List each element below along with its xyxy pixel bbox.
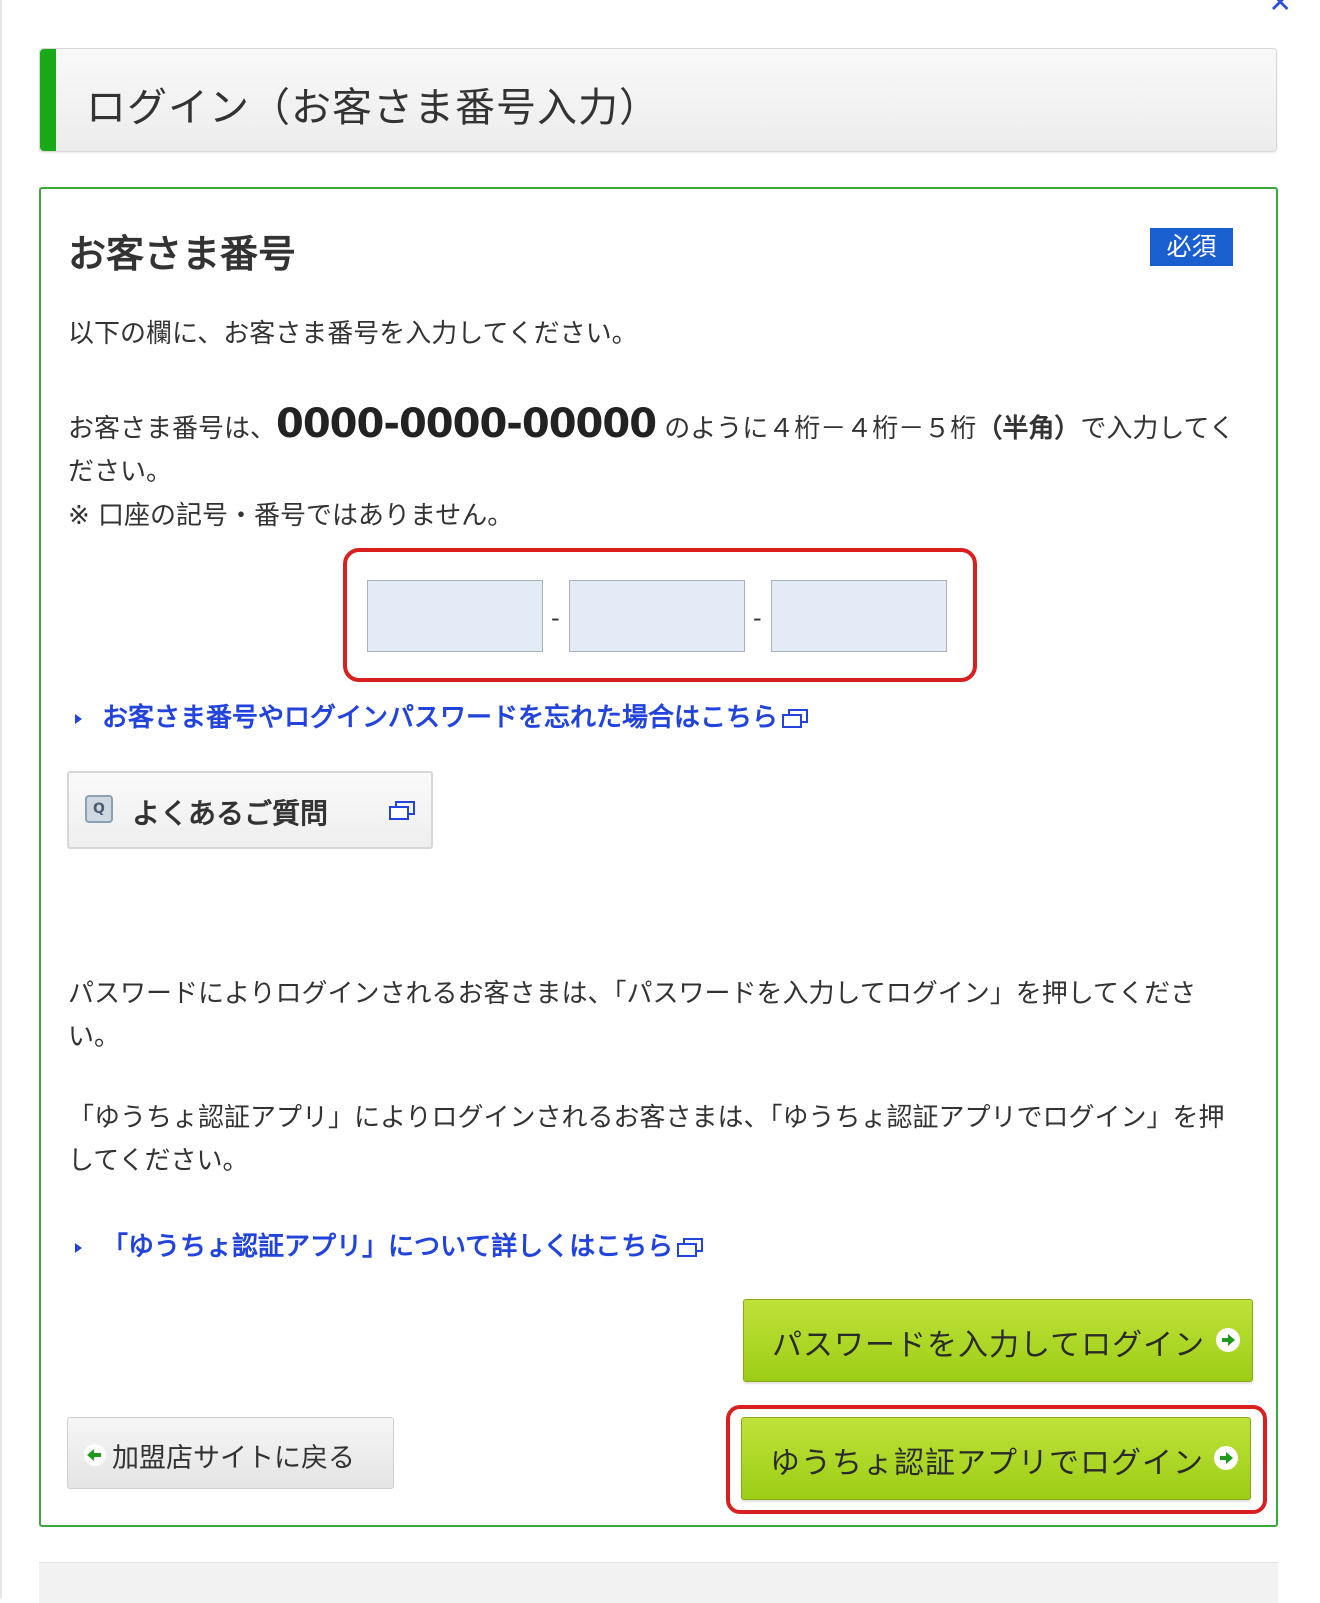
section-title: お客さま番号 bbox=[68, 232, 297, 276]
format-example-number: 0000-0000-00000 bbox=[276, 401, 657, 447]
forgot-credentials-link-label: お客さま番号やログインパスワードを忘れた場合はこちら bbox=[102, 703, 779, 733]
faq-button-label: よくあるご質問 bbox=[132, 797, 329, 830]
customer-number-input-group: - - bbox=[343, 548, 977, 682]
back-to-merchant-button[interactable]: 加盟店サイトに戻る bbox=[67, 1417, 394, 1489]
link-bullet-icon bbox=[75, 713, 82, 724]
password-login-button-label: パスワードを入力してログイン bbox=[772, 1328, 1206, 1363]
page-left-border bbox=[0, 0, 2, 1598]
required-badge: 必須 bbox=[1150, 228, 1233, 266]
close-icon[interactable]: ✕ bbox=[1269, 0, 1292, 19]
arrow-right-circle-icon bbox=[1216, 1328, 1240, 1352]
format-halfwidth: （半角） bbox=[976, 414, 1081, 444]
password-login-button[interactable]: パスワードを入力してログイン bbox=[743, 1299, 1253, 1382]
new-window-icon bbox=[782, 708, 809, 729]
question-icon: Q bbox=[85, 795, 113, 823]
account-note: ※ 口座の記号・番号ではありません。 bbox=[68, 501, 514, 531]
page-header: ログイン（お客さま番号入力） bbox=[39, 48, 1277, 152]
app-info-link[interactable]: 「ゆうちょ認証アプリ」について詳しくはこちら bbox=[75, 1226, 704, 1263]
app-login-button-label: ゆうちょ認証アプリでログイン bbox=[770, 1446, 1204, 1481]
back-to-merchant-button-label: 加盟店サイトに戻る bbox=[112, 1443, 355, 1474]
format-middle: のように４桁－４桁－５桁 bbox=[656, 414, 977, 444]
customer-number-input-3[interactable] bbox=[771, 580, 947, 652]
next-section-edge bbox=[39, 1562, 1278, 1603]
new-window-icon bbox=[389, 801, 415, 821]
arrow-left-circle-icon bbox=[84, 1444, 106, 1466]
customer-number-input-1[interactable] bbox=[367, 580, 543, 652]
instruction-text: 以下の欄に、お客さま番号を入力してください。 bbox=[68, 319, 638, 349]
header-accent-bar bbox=[40, 49, 56, 151]
customer-number-input-2[interactable] bbox=[569, 580, 745, 652]
arrow-right-circle-icon bbox=[1214, 1446, 1238, 1470]
customer-number-panel: お客さま番号 必須 以下の欄に、お客さま番号を入力してください。 お客さま番号は… bbox=[39, 187, 1278, 1527]
app-info-link-label: 「ゆうちょ認証アプリ」について詳しくはこちら bbox=[102, 1232, 674, 1262]
new-window-icon bbox=[677, 1237, 704, 1258]
format-prefix: お客さま番号は、 bbox=[68, 414, 277, 444]
forgot-credentials-link[interactable]: お客さま番号やログインパスワードを忘れた場合はこちら bbox=[75, 697, 809, 734]
format-description: お客さま番号は、0000-0000-00000 のように４桁－４桁－５桁（半角）… bbox=[68, 403, 1243, 494]
app-login-button[interactable]: ゆうちょ認証アプリでログイン bbox=[741, 1417, 1251, 1500]
faq-button[interactable]: Q よくあるご質問 bbox=[67, 771, 433, 849]
separator: - bbox=[551, 604, 560, 632]
app-login-note: 「ゆうちょ認証アプリ」によりログインされるお客さまは、「ゆうちょ認証アプリでログ… bbox=[68, 1103, 1225, 1176]
separator: - bbox=[753, 604, 762, 632]
password-login-note: パスワードによりログインされるお客さまは、「パスワードを入力してログイン」を押し… bbox=[68, 979, 1197, 1052]
page-title: ログイン（お客さま番号入力） bbox=[86, 85, 660, 131]
link-bullet-icon bbox=[75, 1242, 82, 1253]
